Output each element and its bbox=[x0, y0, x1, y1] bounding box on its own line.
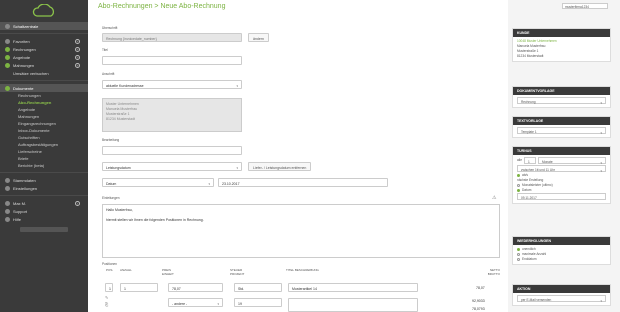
label-titel: Titel bbox=[102, 48, 108, 52]
price-input[interactable]: 78,07 bbox=[168, 283, 223, 292]
sidebar: Schaltzentrale Favoriten + Rechnungen + An… bbox=[0, 0, 88, 312]
chevron-down-icon: ▾ bbox=[208, 182, 210, 186]
chevron-down-icon: ▾ bbox=[217, 302, 219, 306]
positions-header: POS. ANZAHL PREIS EINHEIT STEUER PROZENT… bbox=[106, 268, 500, 276]
star-icon bbox=[5, 38, 10, 44]
sidebar-subitem[interactable]: Angebote bbox=[0, 106, 88, 113]
unit-select[interactable]: - andere - ▾ bbox=[168, 298, 223, 307]
sidebar-item-hilfe[interactable]: Hilfe bbox=[0, 215, 88, 223]
document-template-select[interactable]: Rechnung ▾ bbox=[517, 97, 606, 105]
sidebar-subitem[interactable]: Lieferscheine bbox=[0, 148, 88, 155]
panel-kunde: KUNDE 10048 Muster Unternehmen Manuela M… bbox=[512, 28, 611, 62]
sidebar-item-start[interactable]: Schaltzentrale bbox=[0, 22, 88, 30]
label-positionen: Positionen bbox=[102, 262, 117, 266]
sidebar-item-user[interactable]: Max M. › bbox=[0, 199, 88, 207]
article-input[interactable]: Musterartikel 14 bbox=[288, 283, 418, 292]
address-select[interactable]: aktuelle Kundenadresse ▾ bbox=[102, 80, 242, 89]
main-content: Abo-Rechnungen > Neue Abo-Rechnung Übers… bbox=[88, 0, 508, 312]
chevron-down-icon: ▾ bbox=[600, 299, 602, 303]
edit-icon[interactable]: ✎ bbox=[105, 295, 108, 300]
home-icon bbox=[5, 23, 10, 29]
logout-icon[interactable]: › bbox=[75, 200, 80, 206]
sidebar-item-umsaetze[interactable]: Umsätze verbuchen bbox=[0, 69, 88, 77]
gear-icon bbox=[5, 185, 10, 191]
quantity-input[interactable]: 1 bbox=[120, 283, 158, 292]
user-icon bbox=[5, 200, 10, 206]
description-textarea[interactable] bbox=[288, 298, 418, 312]
label-bearbeitung: Bearbeitung bbox=[102, 138, 120, 142]
document-icon bbox=[5, 85, 10, 91]
row-netto: 78,07 bbox=[476, 286, 485, 290]
company-select[interactable]: musterfirma1234 bbox=[562, 3, 608, 9]
panel-aktion: AKTION per E-Mail versenden ▾ bbox=[512, 284, 611, 306]
sidebar-subitem[interactable]: Eingangsrechnungen bbox=[0, 120, 88, 127]
action-select[interactable]: per E-Mail versenden ▾ bbox=[517, 295, 606, 303]
next-date-input[interactable]: 09.11.2017 bbox=[517, 193, 606, 200]
sidebar-item-einstellungen[interactable]: Einstellungen bbox=[0, 184, 88, 192]
remove-leistungsdatum-button[interactable]: Liefer- / Leistungsdatum entfernen bbox=[248, 162, 312, 171]
time-window-select[interactable]: zwischen 1tt und 11 Uhr ▾ bbox=[517, 165, 606, 173]
sidebar-subitem[interactable]: Berichte (beta) bbox=[0, 162, 88, 169]
add-rechnung-icon[interactable]: + bbox=[75, 46, 80, 52]
sidebar-item-favoriten[interactable]: Favoriten + bbox=[0, 37, 88, 45]
chevron-down-icon: ▾ bbox=[236, 166, 238, 170]
leistungsdatum-select[interactable]: Leistungsdatum ▾ bbox=[102, 162, 242, 171]
panel-dokumentvorlage: DOKUMENTVORLAGE Rechnung ▾ bbox=[512, 86, 611, 108]
interval-unit-select[interactable]: Monate ▾ bbox=[537, 157, 606, 165]
change-button[interactable]: ändern bbox=[248, 33, 269, 42]
badge-angebote bbox=[5, 54, 10, 60]
sidebar-item-stammdaten[interactable]: Stammdaten bbox=[0, 176, 88, 184]
title-input[interactable] bbox=[102, 56, 242, 65]
sidebar-item-angebote[interactable]: Angebote + bbox=[0, 53, 88, 61]
sidebar-button[interactable] bbox=[20, 227, 68, 232]
row-brutto: 92,9033 bbox=[472, 299, 485, 303]
unit-input[interactable]: Std. bbox=[234, 283, 282, 292]
date-type-select[interactable]: Datum ▾ bbox=[102, 178, 214, 187]
sidebar-subitem[interactable]: Rechnungen bbox=[0, 92, 88, 99]
panel-turnus: TURNUS alle 1 Monate ▾ zwischen 1tt und 1… bbox=[512, 146, 611, 204]
processing-input[interactable] bbox=[102, 146, 242, 155]
chevron-down-icon: ▾ bbox=[236, 84, 238, 88]
sidebar-subitem[interactable]: Abo-Rechnungen bbox=[0, 99, 88, 106]
panel-textvorlage: TEXTVORLAGE Template 1 ▾ bbox=[512, 116, 611, 138]
badge-rechnungen bbox=[5, 46, 10, 52]
sidebar-subitem[interactable]: Gutschriften bbox=[0, 134, 88, 141]
help-icon bbox=[5, 216, 10, 222]
database-icon bbox=[5, 177, 10, 183]
heading-field[interactable]: Rechnung {invoicedate_number} bbox=[102, 33, 242, 42]
tax-input[interactable]: 19 bbox=[234, 298, 282, 307]
chevron-down-icon: ▾ bbox=[600, 131, 602, 135]
text-template-select[interactable]: Template 1 ▾ bbox=[517, 127, 606, 135]
sidebar-subitem[interactable]: Auftragsbestätigungen bbox=[0, 141, 88, 148]
address-textarea[interactable]: Muster Unternehmen Manuela Musterfrau Mu… bbox=[102, 98, 242, 132]
positions-total: 78,0793 bbox=[472, 307, 485, 311]
label-vorlage: Überschrift bbox=[102, 26, 118, 30]
chevron-down-icon[interactable]: + bbox=[75, 38, 80, 44]
chevron-down-icon: ▾ bbox=[600, 101, 602, 105]
intro-textarea[interactable]: Hallo Musterfrau, hiermit stellen wir Ih… bbox=[102, 204, 500, 258]
sidebar-subitem[interactable]: Inbox-Dokumente bbox=[0, 127, 88, 134]
label-anschrift: Anschrift bbox=[102, 72, 115, 76]
chevron-down-icon: ▾ bbox=[600, 169, 602, 173]
support-icon bbox=[5, 208, 10, 214]
date-input[interactable]: 23.10.2017 bbox=[218, 178, 388, 187]
copy-icon[interactable]: ⎘ bbox=[105, 302, 108, 307]
sidebar-item-dokumente[interactable]: Dokumente bbox=[0, 84, 88, 92]
add-angebot-icon[interactable]: + bbox=[75, 54, 80, 60]
add-mahnung-icon[interactable]: + bbox=[75, 62, 80, 68]
sidebar-item-mahnungen[interactable]: Mahnungen + bbox=[0, 61, 88, 69]
label-einleitung: Einleitungen bbox=[102, 196, 120, 200]
panel-wiederholungen: WIEDERHOLUNGEN unendlich maximale Anzahl… bbox=[512, 236, 611, 265]
interval-count-input[interactable]: 1 bbox=[523, 157, 536, 164]
sidebar-subitem[interactable]: Briefe bbox=[0, 155, 88, 162]
radio-enddatum[interactable]: Enddatum bbox=[517, 257, 606, 262]
badge-mahnungen bbox=[5, 62, 10, 68]
pos-number[interactable]: 1 bbox=[105, 283, 113, 292]
warning-icon: ⚠ bbox=[492, 195, 497, 201]
sidebar-item-support[interactable]: Support bbox=[0, 207, 88, 215]
logo[interactable] bbox=[0, 0, 88, 22]
sidebar-item-rechnungen[interactable]: Rechnungen + bbox=[0, 45, 88, 53]
sidebar-subitem[interactable]: Mahnungen bbox=[0, 113, 88, 120]
breadcrumb: Abo-Rechnungen > Neue Abo-Rechnung bbox=[98, 3, 226, 10]
